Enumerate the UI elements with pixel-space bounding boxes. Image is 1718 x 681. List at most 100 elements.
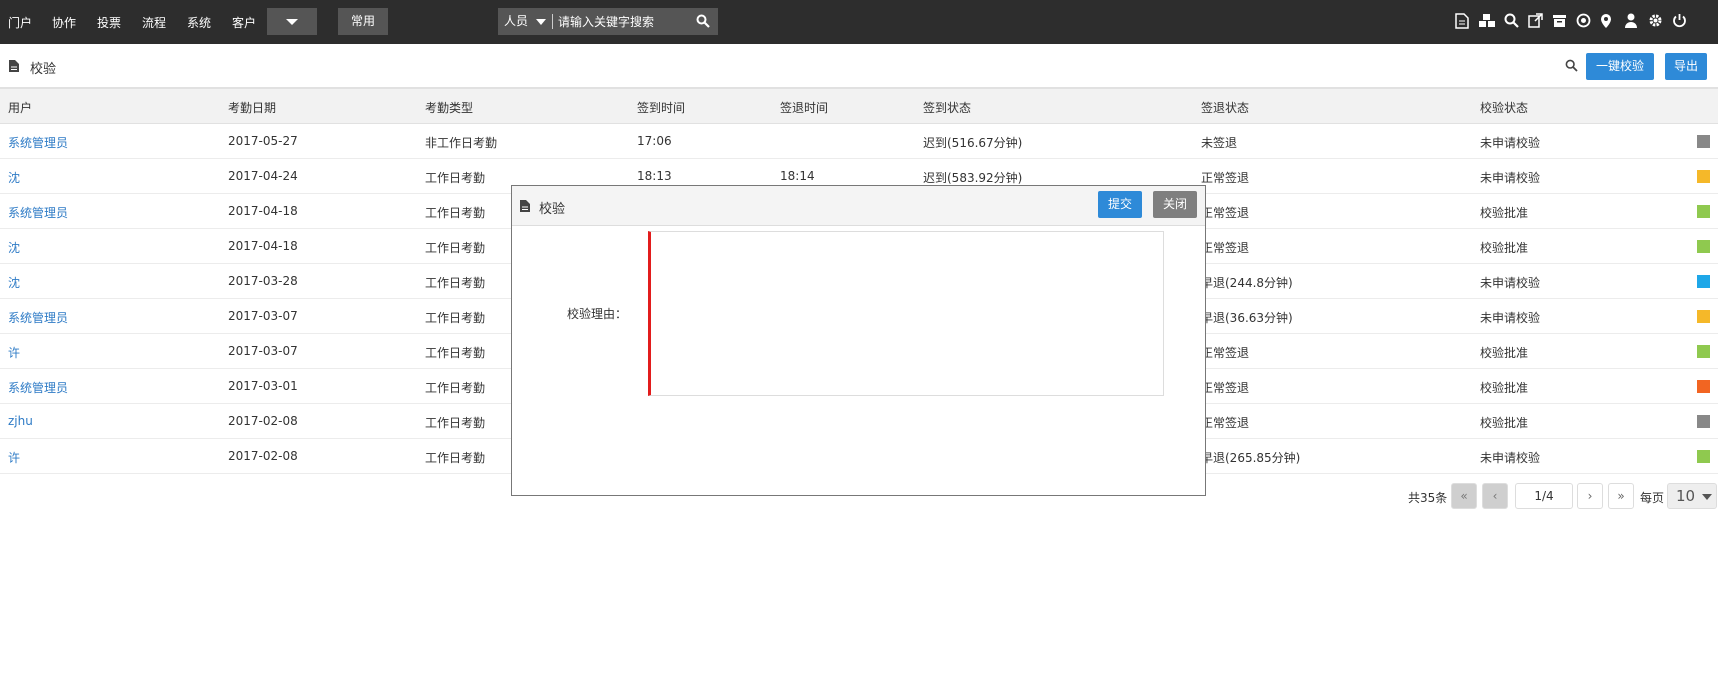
table-header: 用户 考勤日期 考勤类型 签到时间 签退时间 签到状态 签退状态 校验状态 <box>0 89 1718 124</box>
submit-button[interactable]: 提交 <box>1098 191 1142 218</box>
search-scope-select[interactable]: 人员 <box>498 8 553 35</box>
nav-item-system[interactable]: 系统 <box>187 14 211 31</box>
search-icon[interactable] <box>1565 59 1579 73</box>
record-icon[interactable] <box>1576 13 1594 31</box>
cell-verify-status: 校验批准 <box>1480 346 1529 360</box>
user-icon[interactable] <box>1624 13 1642 31</box>
verify-dialog: 校验 提交 关闭 校验理由： <box>511 185 1206 496</box>
cell-checkin-time: 18:13 <box>637 169 672 183</box>
nav-item-portal[interactable]: 门户 <box>8 14 32 31</box>
status-color-marker <box>1697 380 1710 393</box>
cell-user[interactable]: zjhu <box>8 414 33 428</box>
nav-item-customer[interactable]: 客户 <box>232 14 256 31</box>
cell-type: 工作日考勤 <box>425 206 486 220</box>
cell-checkout-status: 正常签退 <box>1201 416 1250 430</box>
nav-item-vote[interactable]: 投票 <box>97 14 121 31</box>
cell-verify-status: 未申请校验 <box>1480 451 1541 465</box>
column-header-checkout-time: 签退时间 <box>780 101 829 115</box>
total-count: 共35条 <box>1408 491 1448 505</box>
caret-down-icon <box>536 19 546 25</box>
cell-checkin-time: 17:06 <box>637 134 672 148</box>
gear-icon[interactable] <box>1648 13 1666 31</box>
map-marker-icon[interactable] <box>1600 13 1618 31</box>
page-size-select[interactable]: 10 <box>1667 483 1717 509</box>
one-click-verify-button[interactable]: 一键校验 <box>1586 53 1654 80</box>
last-page-button[interactable]: » <box>1608 483 1634 509</box>
caret-down-icon <box>1702 494 1712 500</box>
cell-date: 2017-03-01 <box>228 379 298 393</box>
cell-date: 2017-04-24 <box>228 169 298 183</box>
nav-item-collab[interactable]: 协作 <box>52 14 76 31</box>
status-color-marker <box>1697 415 1710 428</box>
cell-user[interactable]: 系统管理员 <box>8 134 68 151</box>
page-title: 校验 <box>30 62 57 77</box>
first-page-button[interactable]: « <box>1451 483 1477 509</box>
status-color-marker <box>1697 135 1710 148</box>
column-header-checkin-time: 签到时间 <box>637 101 686 115</box>
nav-item-flow[interactable]: 流程 <box>142 14 166 31</box>
cell-verify-status: 未申请校验 <box>1480 136 1541 150</box>
cell-user[interactable]: 许 <box>8 449 20 466</box>
cell-type: 非工作日考勤 <box>425 136 498 150</box>
cell-type: 工作日考勤 <box>425 241 486 255</box>
power-icon[interactable] <box>1672 13 1690 31</box>
search-input[interactable] <box>556 10 691 33</box>
close-button[interactable]: 关闭 <box>1153 191 1197 218</box>
page-indicator[interactable]: 1/4 <box>1515 483 1573 509</box>
document-icon <box>8 59 20 76</box>
next-page-button[interactable]: › <box>1577 483 1603 509</box>
cell-checkout-time: 18:14 <box>780 169 815 183</box>
cell-user[interactable]: 沈 <box>8 274 20 291</box>
cell-verify-status: 校验批准 <box>1480 416 1529 430</box>
cell-checkout-status: 正常签退 <box>1201 381 1250 395</box>
status-color-marker <box>1697 205 1710 218</box>
cell-user[interactable]: 系统管理员 <box>8 379 68 396</box>
reason-textarea[interactable] <box>648 231 1164 396</box>
column-header-user: 用户 <box>8 101 33 115</box>
cell-user[interactable]: 系统管理员 <box>8 204 68 221</box>
prev-page-button[interactable]: ‹ <box>1482 483 1508 509</box>
cell-checkout-status: 早退(244.8分钟) <box>1201 276 1293 290</box>
column-header-verify-status: 校验状态 <box>1480 101 1529 115</box>
external-link-icon[interactable] <box>1528 13 1546 31</box>
status-color-marker <box>1697 450 1710 463</box>
more-nav-dropdown[interactable] <box>267 8 317 35</box>
search-icon[interactable] <box>1504 13 1522 31</box>
caret-down-icon <box>286 19 298 25</box>
cell-checkin-status: 迟到(583.92分钟) <box>923 171 1023 185</box>
document-icon <box>519 199 531 216</box>
cubes-icon[interactable] <box>1478 13 1496 31</box>
cell-type: 工作日考勤 <box>425 171 486 185</box>
cell-verify-status: 校验批准 <box>1480 381 1529 395</box>
status-color-marker <box>1697 310 1710 323</box>
cell-type: 工作日考勤 <box>425 276 486 290</box>
cell-type: 工作日考勤 <box>425 451 486 465</box>
cell-checkin-status: 迟到(516.67分钟) <box>923 136 1023 150</box>
cell-type: 工作日考勤 <box>425 311 486 325</box>
export-button[interactable]: 导出 <box>1665 53 1707 80</box>
cell-date: 2017-04-18 <box>228 239 298 253</box>
archive-icon[interactable] <box>1552 13 1570 31</box>
search-scope-label: 人员 <box>504 14 529 28</box>
dialog-header: 校验 提交 关闭 <box>512 186 1205 226</box>
toolbar-icons <box>1452 13 1704 31</box>
cell-user[interactable]: 沈 <box>8 169 20 186</box>
column-header-checkin-status: 签到状态 <box>923 101 972 115</box>
document-icon[interactable] <box>1455 13 1473 31</box>
search-icon[interactable] <box>696 14 712 30</box>
table-row[interactable]: 系统管理员 2017-05-27 非工作日考勤 17:06 迟到(516.67分钟) 未签… <box>0 124 1718 159</box>
cell-user[interactable]: 沈 <box>8 239 20 256</box>
top-navbar: 门户 协作 投票 流程 系统 客户 常用 人员 <box>0 0 1718 44</box>
cell-date: 2017-04-18 <box>228 204 298 218</box>
page-size-value: 10 <box>1676 487 1696 505</box>
per-page-label: 每页 <box>1640 491 1665 505</box>
common-menu-button[interactable]: 常用 <box>338 8 388 35</box>
cell-verify-status: 校验批准 <box>1480 241 1529 255</box>
cell-user[interactable]: 系统管理员 <box>8 309 68 326</box>
cell-date: 2017-02-08 <box>228 414 298 428</box>
reason-label: 校验理由： <box>567 307 628 321</box>
status-color-marker <box>1697 345 1710 358</box>
cell-checkout-status: 早退(36.63分钟) <box>1201 311 1293 325</box>
cell-user[interactable]: 许 <box>8 344 20 361</box>
cell-verify-status: 未申请校验 <box>1480 311 1541 325</box>
